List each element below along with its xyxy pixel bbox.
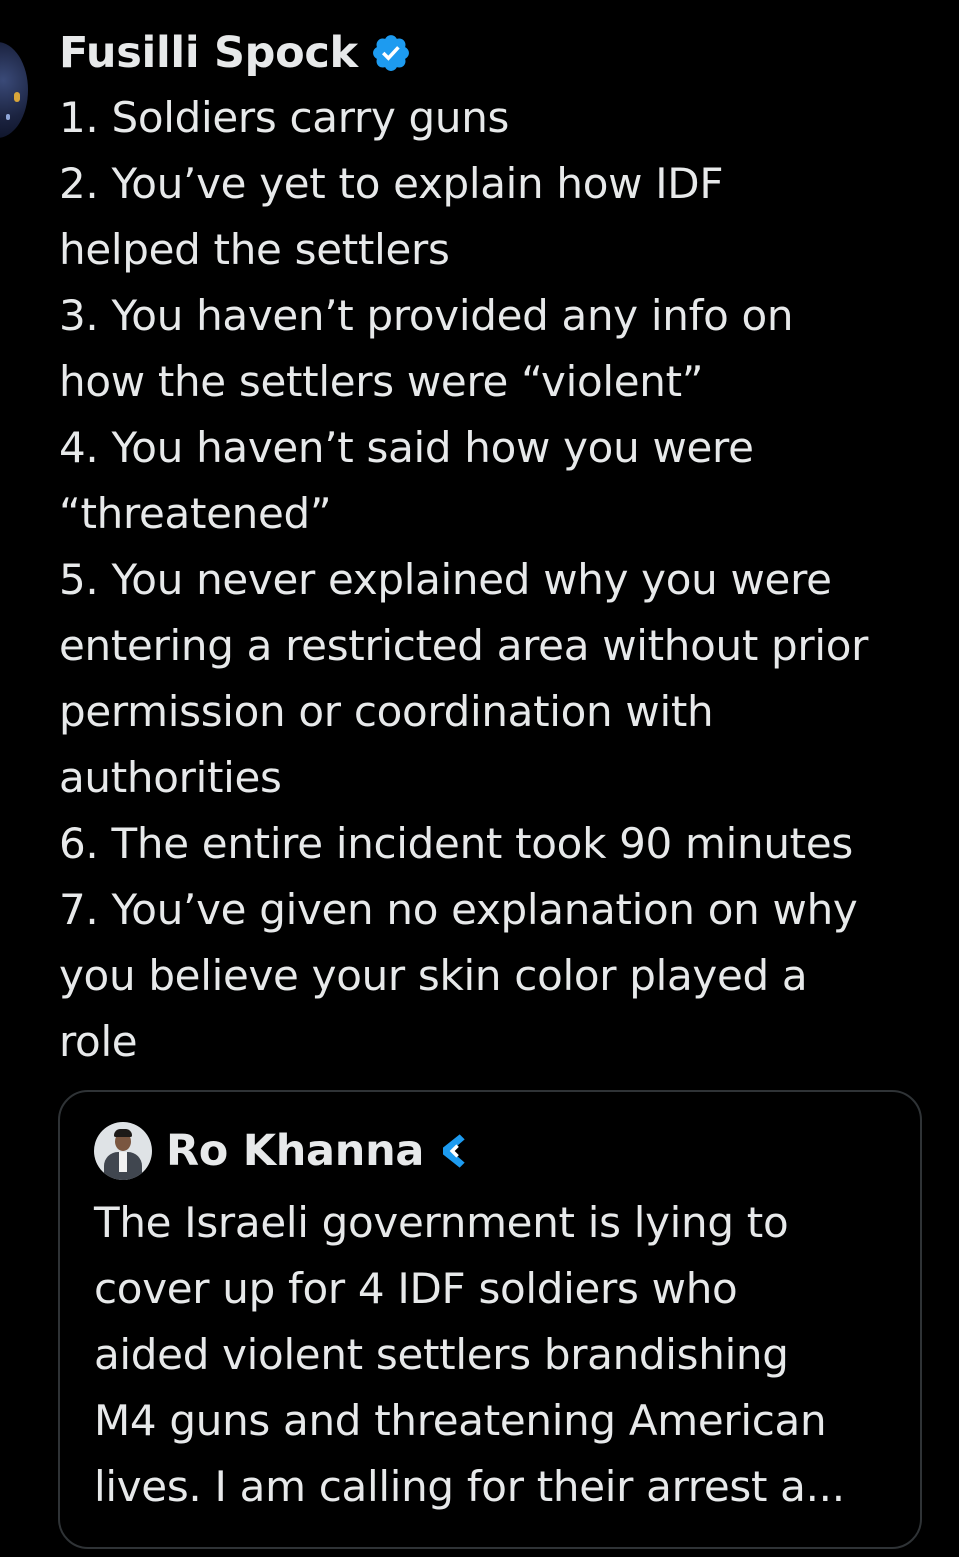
tweet-line: authorities [59, 753, 282, 802]
verified-badge-icon[interactable] [370, 32, 412, 74]
tweet-line: 5. You never explained why you were [59, 555, 832, 604]
tweet-body: 1. Soldiers carry guns 2. You’ve yet to … [59, 85, 939, 1075]
quoted-tweet-line: M4 guns and threatening American [94, 1396, 827, 1445]
tweet-line: helped the settlers [59, 225, 450, 274]
quoted-tweet-line: cover up for 4 IDF soldiers who [94, 1264, 738, 1313]
quoted-author-avatar[interactable] [94, 1122, 152, 1180]
author-avatar[interactable] [0, 42, 28, 138]
tweet-line: how the settlers were “violent” [59, 357, 704, 406]
quoted-tweet-card[interactable]: Ro Khanna The Israeli government is lyin… [58, 1090, 922, 1549]
tweet-header: Fusilli Spock [59, 22, 412, 84]
author-display-name[interactable]: Fusilli Spock [59, 28, 358, 78]
tweet-line: 3. You haven’t provided any info on [59, 291, 794, 340]
tweet-line: 6. The entire incident took 90 minutes [59, 819, 853, 868]
tweet-line: 7. You’ve given no explanation on why [59, 885, 858, 934]
quoted-tweet-line: lives. I am calling for their arrest a..… [94, 1462, 845, 1511]
tweet-line: role [59, 1017, 138, 1066]
quoted-tweet-line: aided violent settlers brandishing [94, 1330, 789, 1379]
quoted-author-display-name[interactable]: Ro Khanna [166, 1126, 424, 1176]
tweet-line: permission or coordination with [59, 687, 714, 736]
tweet-line: entering a restricted area without prior [59, 621, 869, 670]
quoted-tweet-body: The Israeli government is lying to cover… [94, 1190, 904, 1520]
tweet-line: 4. You haven’t said how you were [59, 423, 754, 472]
tweet-line: “threatened” [59, 489, 332, 538]
tweet-line: 2. You’ve yet to explain how IDF [59, 159, 724, 208]
quoted-tweet-line: The Israeli government is lying to [94, 1198, 789, 1247]
quoted-tweet-header: Ro Khanna [94, 1120, 470, 1182]
tweet-line: you believe your skin color played a [59, 951, 808, 1000]
tweet-line: 1. Soldiers carry guns [59, 93, 510, 142]
government-badge-icon[interactable] [436, 1131, 470, 1171]
